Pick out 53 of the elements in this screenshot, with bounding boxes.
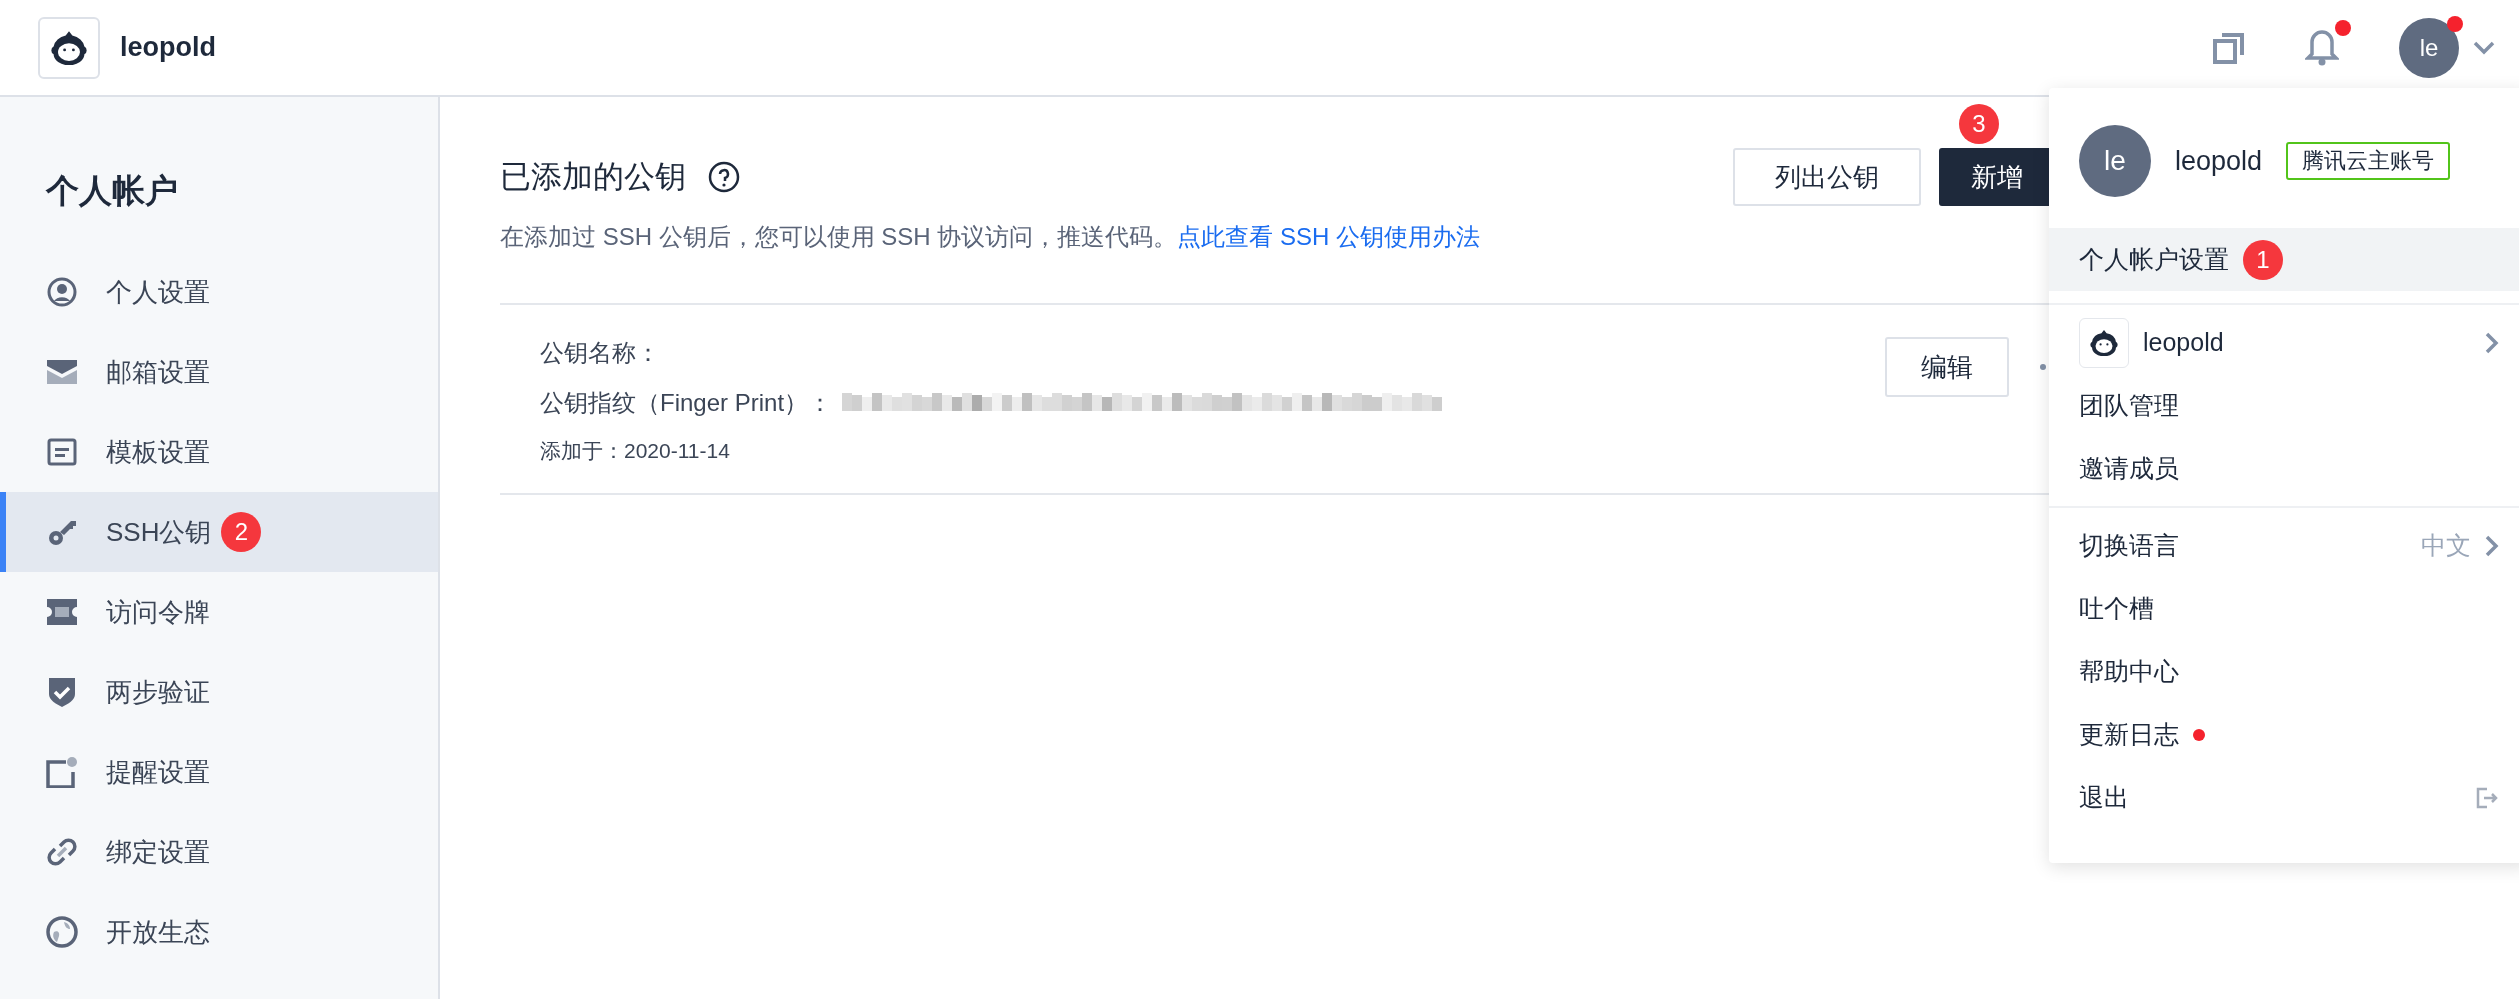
link-icon	[46, 836, 78, 868]
chevron-right-icon	[2485, 331, 2499, 354]
menu-item[interactable]: 吐个槽	[2049, 577, 2519, 640]
step-badge: 3	[1959, 104, 1999, 144]
square-dot-icon	[46, 756, 78, 788]
menu-item[interactable]: 更新日志	[2049, 703, 2519, 766]
sidebar-item[interactable]: 提醒设置	[0, 732, 438, 812]
user-icon	[46, 277, 78, 307]
logout-icon	[2475, 785, 2499, 810]
ticket-icon	[46, 598, 78, 626]
fingerprint-label: 公钥指纹（Finger Print）：	[540, 388, 833, 418]
user-name: leopold	[2175, 145, 2263, 177]
menu-item[interactable]: 邀请成员	[2049, 437, 2519, 500]
added-date: 添加于：2020-11-14	[540, 438, 730, 464]
step-badge: 2	[221, 512, 262, 552]
monkey-logo-icon	[2087, 329, 2121, 356]
edit-button[interactable]: 编辑	[1885, 337, 2009, 397]
list-keys-button[interactable]: 列出公钥	[1733, 148, 1921, 206]
copy-icon[interactable]	[2213, 31, 2245, 64]
chevron-down-icon	[2473, 40, 2495, 55]
sidebar-item[interactable]: 模板设置	[0, 412, 438, 492]
sidebar-item[interactable]: 两步验证	[0, 652, 438, 732]
logo[interactable]	[38, 16, 100, 79]
new-dot	[2193, 728, 2205, 741]
sidebar-item[interactable]: 访问令牌	[0, 572, 438, 652]
step-badge: 1	[2243, 239, 2283, 280]
menu-item[interactable]: 团队管理	[2049, 374, 2519, 437]
sidebar-item[interactable]: SSH公钥 2	[0, 492, 438, 572]
mail-icon	[46, 359, 78, 385]
sidebar-item[interactable]: 邮箱设置	[0, 332, 438, 412]
menu-item[interactable]: leopold	[2049, 311, 2519, 374]
sidebar-item[interactable]: 绑定设置	[0, 812, 438, 892]
shield-check-icon	[46, 676, 78, 708]
menu-item[interactable]: 退出	[2049, 766, 2519, 829]
sidebar-title: 个人帐户	[44, 171, 179, 211]
sidebar-item[interactable]: 个人设置	[0, 252, 438, 332]
sidebar-item[interactable]: 开放生态	[0, 892, 438, 972]
menu-item[interactable]: 帮助中心	[2049, 640, 2519, 703]
key-name-label: 公钥名称：	[540, 338, 660, 368]
page-title: 已添加的公钥	[500, 158, 686, 196]
avatar: le	[2079, 125, 2151, 197]
help-link[interactable]: 点此查看 SSH 公钥使用办法	[1177, 223, 1481, 250]
avatar[interactable]: le	[2399, 17, 2459, 78]
menu-item[interactable]: 个人帐户设置 1	[2049, 228, 2519, 291]
help-icon[interactable]	[708, 161, 740, 193]
account-tag: 腾讯云主账号	[2286, 142, 2451, 180]
menu-item[interactable]: 切换语言 中文	[2049, 514, 2519, 577]
chevron-right-icon	[2485, 534, 2499, 557]
document-icon	[46, 438, 78, 466]
bell-icon[interactable]	[2305, 29, 2339, 66]
language-value: 中文	[2421, 530, 2471, 561]
brand-name: leopold	[120, 32, 216, 63]
globe-icon	[46, 916, 78, 948]
